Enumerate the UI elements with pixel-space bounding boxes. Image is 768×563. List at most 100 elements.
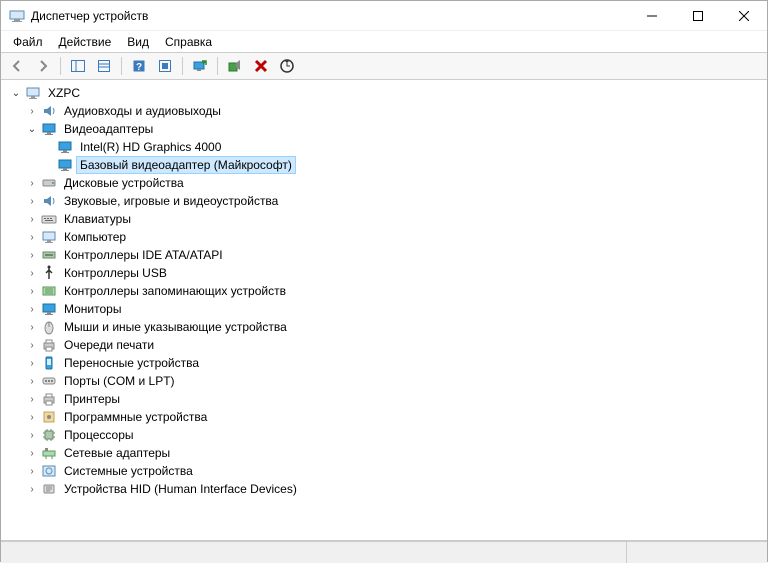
expander-icon[interactable] — [25, 320, 39, 334]
menu-file[interactable]: Файл — [5, 33, 51, 51]
expander-icon[interactable] — [25, 248, 39, 262]
tree-root-node[interactable]: XZPC — [1, 84, 767, 102]
tree-item-label: Процессоры — [61, 427, 137, 443]
tree-category-node[interactable]: Устройства HID (Human Interface Devices) — [1, 480, 767, 498]
tree-item-label: XZPC — [45, 85, 83, 101]
hid-icon — [41, 481, 57, 497]
tree-category-node[interactable]: Очереди печати — [1, 336, 767, 354]
tree-category-node[interactable]: Клавиатуры — [1, 210, 767, 228]
tree-category-node[interactable]: Контроллеры USB — [1, 264, 767, 282]
disable-device-button[interactable] — [223, 55, 247, 77]
maximize-button[interactable] — [675, 1, 721, 31]
tree-category-node[interactable]: Процессоры — [1, 426, 767, 444]
tree-category-node[interactable]: Сетевые адаптеры — [1, 444, 767, 462]
port-icon — [41, 373, 57, 389]
tree-category-node[interactable]: Звуковые, игровые и видеоустройства — [1, 192, 767, 210]
expander-icon[interactable] — [25, 104, 39, 118]
tree-item-label: Сетевые адаптеры — [61, 445, 173, 461]
system-icon — [41, 463, 57, 479]
expander-icon[interactable] — [25, 392, 39, 406]
toolbar-action-button[interactable] — [153, 55, 177, 77]
tree-item-label: Базовый видеоадаптер (Майкрософт) — [77, 157, 295, 173]
expander-icon[interactable] — [25, 482, 39, 496]
expander-icon[interactable] — [25, 212, 39, 226]
tree-category-node[interactable]: Контроллеры IDE ATA/ATAPI — [1, 246, 767, 264]
show-hide-tree-button[interactable] — [66, 55, 90, 77]
expander-icon[interactable] — [41, 140, 55, 154]
expander-icon[interactable] — [25, 374, 39, 388]
display-icon — [41, 121, 57, 137]
tree-device-node[interactable]: Базовый видеоадаптер (Майкрософт) — [1, 156, 767, 174]
tree-item-label: Переносные устройства — [61, 355, 202, 371]
tree-device-node[interactable]: Intel(R) HD Graphics 4000 — [1, 138, 767, 156]
tree-category-node[interactable]: Контроллеры запоминающих устройств — [1, 282, 767, 300]
device-tree[interactable]: XZPC Аудиовходы и аудиовыходы Видеоадапт… — [1, 80, 767, 541]
expander-icon[interactable] — [25, 410, 39, 424]
expander-icon[interactable] — [9, 86, 23, 100]
status-panel — [1, 542, 627, 563]
tree-item-label: Очереди печати — [61, 337, 157, 353]
tree-category-node[interactable]: Видеоадаптеры — [1, 120, 767, 138]
uninstall-device-button[interactable] — [249, 55, 273, 77]
update-driver-button[interactable] — [188, 55, 212, 77]
usb-icon — [41, 265, 57, 281]
back-button[interactable] — [5, 55, 29, 77]
tree-category-node[interactable]: Переносные устройства — [1, 354, 767, 372]
forward-button[interactable] — [31, 55, 55, 77]
display-icon — [57, 157, 73, 173]
audio-icon — [41, 103, 57, 119]
expander-icon[interactable] — [25, 176, 39, 190]
menubar: Файл Действие Вид Справка — [1, 31, 767, 52]
expander-icon[interactable] — [25, 302, 39, 316]
tree-item-label: Программные устройства — [61, 409, 210, 425]
printer-icon — [41, 337, 57, 353]
computer-icon — [41, 229, 57, 245]
tree-category-node[interactable]: Дисковые устройства — [1, 174, 767, 192]
expander-icon[interactable] — [25, 266, 39, 280]
tree-item-label: Принтеры — [61, 391, 123, 407]
window-title: Диспетчер устройств — [31, 9, 629, 23]
tree-category-node[interactable]: Программные устройства — [1, 408, 767, 426]
expander-icon[interactable] — [25, 428, 39, 442]
tree-item-label: Видеоадаптеры — [61, 121, 156, 137]
menu-action[interactable]: Действие — [51, 33, 120, 51]
tree-category-node[interactable]: Мониторы — [1, 300, 767, 318]
close-button[interactable] — [721, 1, 767, 31]
tree-category-node[interactable]: Аудиовходы и аудиовыходы — [1, 102, 767, 120]
tree-category-node[interactable]: Системные устройства — [1, 462, 767, 480]
expander-icon[interactable] — [25, 356, 39, 370]
scan-hardware-button[interactable] — [275, 55, 299, 77]
ide-icon — [41, 247, 57, 263]
tree-category-node[interactable]: Порты (COM и LPT) — [1, 372, 767, 390]
tree-item-label: Контроллеры запоминающих устройств — [61, 283, 289, 299]
expander-icon[interactable] — [25, 464, 39, 478]
software-icon — [41, 409, 57, 425]
expander-icon[interactable] — [25, 284, 39, 298]
cpu-icon — [41, 427, 57, 443]
expander-icon[interactable] — [25, 122, 39, 136]
tree-item-label: Мыши и иные указывающие устройства — [61, 319, 290, 335]
tree-category-node[interactable]: Мыши и иные указывающие устройства — [1, 318, 767, 336]
expander-icon[interactable] — [25, 194, 39, 208]
tree-item-label: Звуковые, игровые и видеоустройства — [61, 193, 281, 209]
disk-icon — [41, 175, 57, 191]
statusbar — [1, 541, 767, 563]
menu-view[interactable]: Вид — [119, 33, 157, 51]
expander-icon[interactable] — [25, 446, 39, 460]
menu-help[interactable]: Справка — [157, 33, 220, 51]
tree-category-node[interactable]: Компьютер — [1, 228, 767, 246]
display-icon — [41, 301, 57, 317]
tree-item-label: Intel(R) HD Graphics 4000 — [77, 139, 224, 155]
properties-button[interactable] — [92, 55, 116, 77]
toolbar-separator — [217, 57, 218, 75]
toolbar-separator — [121, 57, 122, 75]
tree-category-node[interactable]: Принтеры — [1, 390, 767, 408]
expander-icon[interactable] — [25, 338, 39, 352]
tree-item-label: Мониторы — [61, 301, 124, 317]
expander-icon[interactable] — [25, 230, 39, 244]
tree-item-label: Порты (COM и LPT) — [61, 373, 178, 389]
expander-icon[interactable] — [41, 158, 55, 172]
help-button[interactable]: ? — [127, 55, 151, 77]
minimize-button[interactable] — [629, 1, 675, 31]
printer-icon — [41, 391, 57, 407]
